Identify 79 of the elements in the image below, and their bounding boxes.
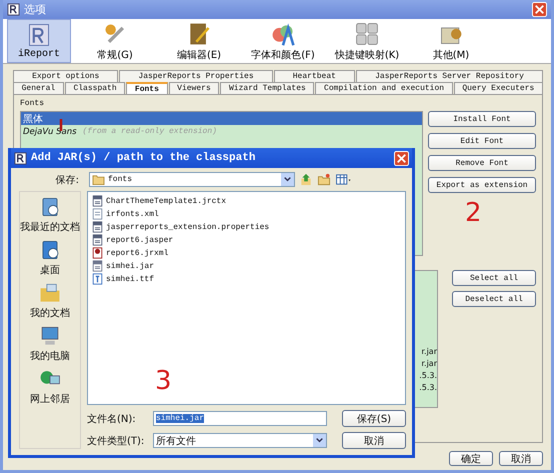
close-icon[interactable] xyxy=(394,150,409,166)
font-file-icon xyxy=(92,273,103,285)
file-icon xyxy=(92,208,103,220)
tab[interactable]: Viewers xyxy=(168,82,220,94)
tab[interactable]: Classpath xyxy=(64,82,126,94)
font-action-button[interactable]: Edit Font xyxy=(428,133,536,149)
logo-icon xyxy=(26,22,52,48)
category-button[interactable]: 其他(M) xyxy=(411,19,491,63)
folder-envelope-icon xyxy=(39,282,61,304)
folder-icon xyxy=(92,174,105,185)
font-row[interactable]: DejaVu Sans (from a read-only extension) xyxy=(21,125,422,138)
location-dropdown[interactable]: fonts xyxy=(89,172,295,187)
file-item[interactable]: ChartThemeTemplate1.jrctx xyxy=(92,195,401,207)
file-item[interactable]: report6.jasper xyxy=(92,234,401,246)
tab[interactable]: Fonts xyxy=(126,82,168,94)
file-name-label: 文件名(N): xyxy=(87,412,137,426)
file-icon xyxy=(92,234,103,246)
cancel-button[interactable]: 取消 xyxy=(342,432,406,449)
category-button[interactable]: 编辑器(E) xyxy=(159,19,239,63)
file-item[interactable]: simhei.jar xyxy=(92,260,401,272)
app-icon xyxy=(14,152,27,164)
classpath-item: .5.3. xyxy=(419,371,437,380)
tab[interactable]: General xyxy=(13,82,64,94)
keyboard-icon xyxy=(354,20,380,46)
new-folder-icon[interactable] xyxy=(317,173,331,186)
location-label: 保存: xyxy=(54,174,80,186)
fonts-heading: Fonts xyxy=(20,99,46,110)
dialog-title: Add JAR(s) / path to the classpath xyxy=(31,152,256,164)
file-item[interactable]: report6.jrxml xyxy=(92,247,401,259)
tab[interactable]: Compilation and execution xyxy=(315,82,453,94)
font-shapes-icon xyxy=(270,20,296,46)
close-icon[interactable] xyxy=(532,2,547,17)
report-file-icon xyxy=(92,247,103,259)
up-folder-icon[interactable] xyxy=(299,173,313,186)
place-item[interactable]: 我的电脑 xyxy=(30,325,70,363)
file-item[interactable]: irfonts.xml xyxy=(92,208,401,220)
tab[interactable]: JasperReports Properties xyxy=(119,70,273,82)
computer-icon xyxy=(39,325,61,347)
classpath-item: .5.3. xyxy=(419,383,437,392)
font-row[interactable]: 黑体 xyxy=(21,112,422,125)
place-item[interactable]: 桌面 xyxy=(39,239,61,277)
font-action-button[interactable]: Export as extension xyxy=(428,177,536,193)
classpath-item: r.jar xyxy=(421,347,437,356)
dialog-button[interactable]: 确定 xyxy=(449,451,493,466)
tab[interactable]: JasperReports Server Repository xyxy=(356,70,543,82)
font-name: 黑体 xyxy=(23,112,43,126)
archive-file-icon xyxy=(92,260,103,272)
place-item[interactable]: 我的文档 xyxy=(30,282,70,320)
place-item[interactable]: 网上邻居 xyxy=(30,368,70,406)
dialog-button[interactable]: 取消 xyxy=(499,451,543,466)
category-button[interactable]: 快捷键映射(K) xyxy=(327,19,407,63)
classpath-item: r.jar xyxy=(421,359,437,368)
category-button[interactable]: iReport xyxy=(7,19,71,63)
font-name: DejaVu Sans xyxy=(23,126,77,136)
app-icon xyxy=(7,3,20,16)
file-item[interactable]: simhei.ttf xyxy=(92,273,401,285)
file-icon xyxy=(92,195,103,207)
font-action-button[interactable]: Install Font xyxy=(428,111,536,127)
file-item[interactable]: jasperreports_extension.properties xyxy=(92,221,401,233)
font-note: (from a read-only extension) xyxy=(82,127,217,136)
font-action-button[interactable]: Remove Font xyxy=(428,155,536,171)
file-type-dropdown[interactable]: 所有文件 xyxy=(153,433,327,448)
selection-button[interactable]: Deselect all xyxy=(452,291,536,307)
file-type-label: 文件类型(T): xyxy=(87,434,146,448)
category-button[interactable]: 字体和颜色(F) xyxy=(243,19,323,63)
tab[interactable]: Query Executers xyxy=(454,82,543,94)
annotation-number: 3 xyxy=(155,368,172,394)
file-icon xyxy=(92,221,103,233)
file-name-field[interactable]: simhei.jar xyxy=(153,411,327,426)
save-button[interactable]: 保存(S) xyxy=(342,410,406,427)
place-item[interactable]: 我最近的文档 xyxy=(20,196,80,234)
annotation-number: 2 xyxy=(465,200,482,226)
selection-button[interactable]: Select all xyxy=(452,270,536,286)
tab[interactable]: Wizard Templates xyxy=(220,82,314,94)
view-menu-icon[interactable] xyxy=(335,173,353,186)
category-button[interactable]: 常规(G) xyxy=(75,19,155,63)
tab[interactable]: Heartbeat xyxy=(274,70,356,82)
window-title: 选项 xyxy=(24,2,47,17)
tab[interactable]: Export options xyxy=(13,70,118,82)
